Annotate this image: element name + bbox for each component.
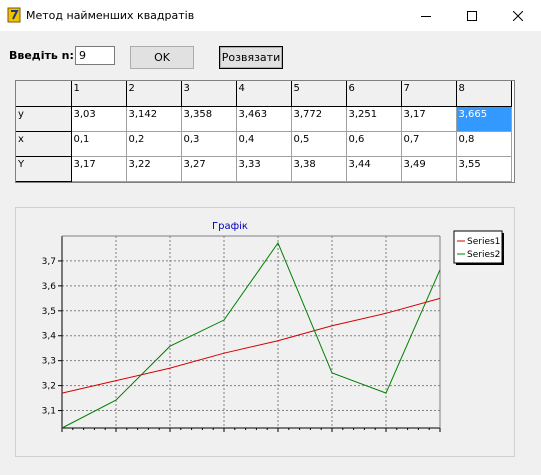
grid-row-Y: Y 3,17 3,22 3,27 3,33 3,38 3,44 3,49 3,5…: [16, 156, 512, 182]
grid-cell[interactable]: 0,6: [346, 131, 402, 157]
grid-row-header: x: [16, 131, 72, 157]
grid-cell[interactable]: 3,27: [181, 156, 237, 182]
title-bar: Метод найменших квадратів: [0, 0, 541, 31]
n-input[interactable]: [75, 46, 115, 65]
grid-cell[interactable]: 3,44: [346, 156, 402, 182]
chart-title: Графік: [212, 220, 248, 232]
grid-cell[interactable]: 3,463: [236, 106, 292, 132]
grid-cell[interactable]: 0,5: [291, 131, 347, 157]
grid-cell[interactable]: 0,2: [126, 131, 182, 157]
y-tick-label: 3,4: [42, 332, 57, 342]
grid-cell[interactable]: 3,03: [71, 106, 127, 132]
minimize-button[interactable]: [403, 0, 449, 31]
app-icon: [7, 7, 21, 23]
grid-col-header: 8: [456, 81, 512, 107]
grid-corner-cell: [16, 81, 72, 107]
line-chart: Графік 3,1 3,2 3,3 3,4 3,5 3,6 3,7 Series1 Serie…: [42, 220, 504, 432]
window-title: Метод найменших квадратів: [26, 9, 195, 22]
grid-col-header: 7: [401, 81, 457, 107]
grid-cell[interactable]: 0,8: [456, 131, 512, 157]
y-tick-label: 3,3: [42, 357, 56, 367]
y-tick-label: 3,1: [42, 407, 56, 417]
solve-button[interactable]: Розвязати: [219, 46, 283, 69]
grid-cell[interactable]: 3,22: [126, 156, 182, 182]
grid-col-header: 2: [126, 81, 182, 107]
legend-label: Series1: [467, 237, 500, 247]
grid-cell[interactable]: 3,772: [291, 106, 347, 132]
close-button[interactable]: [495, 0, 541, 31]
grid-cell[interactable]: 3,142: [126, 106, 182, 132]
close-icon: [513, 10, 523, 21]
grid-col-header: 6: [346, 81, 402, 107]
grid-cell[interactable]: 0,1: [71, 131, 127, 157]
grid-cell[interactable]: 3,55: [456, 156, 512, 182]
y-tick-label: 3,7: [42, 257, 56, 267]
grid-row-x: x 0,1 0,2 0,3 0,4 0,5 0,6 0,7 0,8: [16, 131, 512, 157]
y-tick-label: 3,2: [42, 382, 56, 392]
grid-cell[interactable]: 0,4: [236, 131, 292, 157]
grid-col-header: 3: [181, 81, 237, 107]
chart-panel: Графік 3,1 3,2 3,3 3,4 3,5 3,6 3,7 Series1 Serie…: [15, 207, 515, 457]
y-tick-label: 3,5: [42, 307, 56, 317]
n-label: Введіть n:: [9, 49, 74, 62]
grid-cell[interactable]: 0,7: [401, 131, 457, 157]
grid-cell[interactable]: 3,17: [401, 106, 457, 132]
grid-cell[interactable]: 3,38: [291, 156, 347, 182]
grid-cell-selected[interactable]: 3,665: [456, 106, 512, 132]
y-tick-label: 3,6: [42, 282, 57, 292]
grid-col-header: 5: [291, 81, 347, 107]
minimize-icon: [421, 15, 431, 17]
grid-cell[interactable]: 3,17: [71, 156, 127, 182]
grid-col-header: 1: [71, 81, 127, 107]
data-grid[interactable]: 1 2 3 4 5 6 7 8 y 3,03 3,142 3,358 3,463…: [15, 80, 515, 183]
grid-cell[interactable]: 0,3: [181, 131, 237, 157]
grid-row-y: y 3,03 3,142 3,358 3,463 3,772 3,251 3,1…: [16, 106, 512, 132]
grid-cell[interactable]: 3,49: [401, 156, 457, 182]
legend-label: Series2: [467, 250, 500, 260]
grid-header-row: 1 2 3 4 5 6 7 8: [16, 81, 512, 107]
ok-button[interactable]: OK: [130, 46, 194, 69]
grid-row-header: Y: [16, 156, 72, 182]
grid-cell[interactable]: 3,251: [346, 106, 402, 132]
maximize-button[interactable]: [449, 0, 495, 31]
grid-row-header: y: [16, 106, 72, 132]
maximize-icon: [467, 10, 477, 21]
grid-cell[interactable]: 3,33: [236, 156, 292, 182]
plot-area: [62, 236, 440, 428]
grid-col-header: 4: [236, 81, 292, 107]
grid-cell[interactable]: 3,358: [181, 106, 237, 132]
